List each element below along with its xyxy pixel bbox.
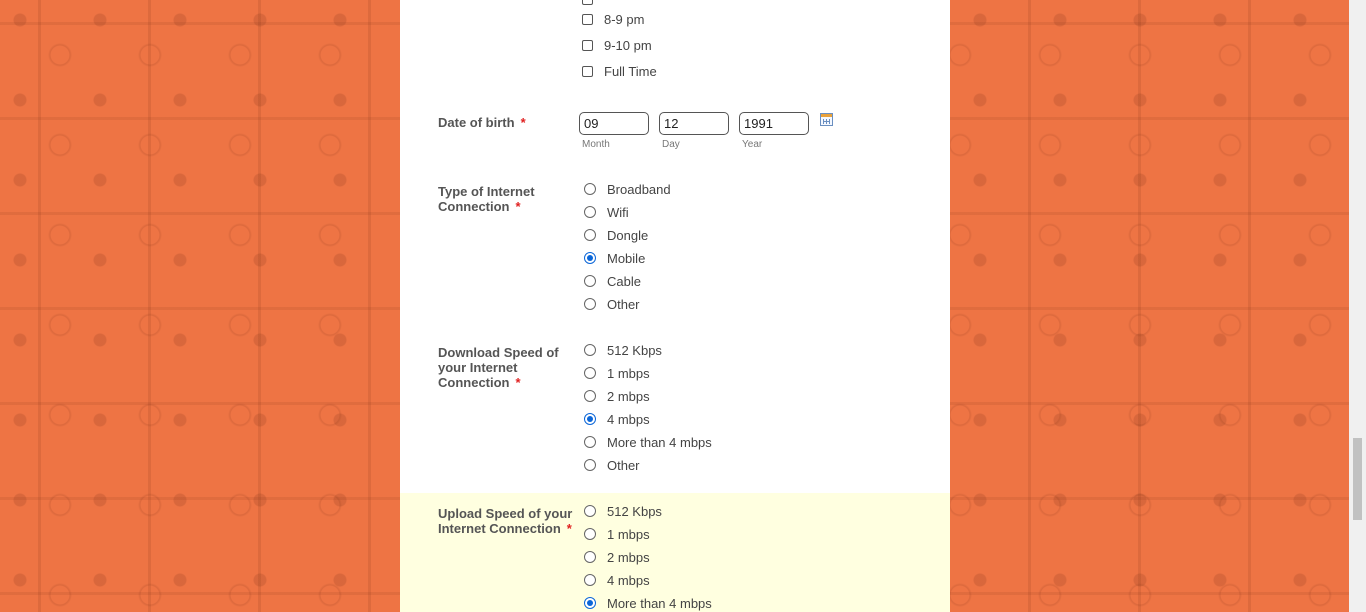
radio-button[interactable] [584,206,596,218]
dob-label-text: Date of birth [438,115,515,130]
option-label: Cable [607,273,641,289]
radio-button[interactable] [584,390,596,402]
radio-button[interactable] [584,229,596,241]
label-line: Internet Connection [438,521,561,536]
checkbox[interactable] [582,13,593,25]
download-speed-option[interactable]: 2 mbps [582,387,650,405]
upload-speed-option[interactable]: 2 mbps [582,548,650,566]
required-mark: * [520,115,526,130]
option-label: 9-10 pm [604,37,652,53]
checkbox[interactable] [582,65,593,77]
required-mark: * [515,375,521,390]
radio-button[interactable] [584,344,596,356]
month-sublabel: Month [582,139,610,150]
radio-button[interactable] [584,252,596,264]
radio-button[interactable] [584,298,596,310]
hours-option-full-time[interactable]: Full Time [582,62,657,80]
radio-button[interactable] [584,367,596,379]
label-line: Upload Speed of your [438,506,573,521]
radio-button[interactable] [584,551,596,563]
option-label: Broadband [607,181,671,197]
radio-button[interactable] [584,597,596,609]
checkbox[interactable] [582,39,593,51]
radio-button[interactable] [584,183,596,195]
year-sublabel: Year [742,139,763,150]
hours-option-partial[interactable] [582,0,604,8]
day-sublabel: Day [662,139,680,150]
option-label: 2 mbps [607,549,650,565]
option-label: 2 mbps [607,388,650,404]
checkbox[interactable] [582,0,593,5]
label-line: your Internet [438,360,518,375]
download-speed-option[interactable]: 4 mbps [582,410,650,428]
option-label: Dongle [607,227,649,243]
radio-button[interactable] [584,436,596,448]
hours-option-9-10pm[interactable]: 9-10 pm [582,36,652,54]
radio-button[interactable] [584,505,596,517]
download-speed-option[interactable]: 1 mbps [582,364,650,382]
connection-type-option[interactable]: Wifi [582,203,629,221]
required-mark: * [515,199,521,214]
option-label: 8-9 pm [604,11,645,27]
option-label: 1 mbps [607,526,650,542]
connection-type-label: Type of Internet Connection * [438,184,578,214]
option-label: 512 Kbps [607,342,662,358]
option-label: 4 mbps [607,572,650,588]
upload-speed-option[interactable]: More than 4 mbps [582,594,712,612]
upload-speed-option[interactable]: 512 Kbps [582,502,662,520]
radio-button[interactable] [584,574,596,586]
label-line: Connection [438,375,510,390]
option-label: Wifi [607,204,629,220]
connection-type-option[interactable]: Dongle [582,226,648,244]
option-label: Full Time [604,63,657,79]
page-scrollbar[interactable] [1349,0,1366,612]
radio-button[interactable] [584,459,596,471]
dob-label: Date of birth * [438,115,578,130]
upload-speed-option[interactable]: 1 mbps [582,525,650,543]
option-label: More than 4 mbps [607,595,712,611]
calendar-icon[interactable] [820,113,833,126]
dob-day-input[interactable] [659,112,729,135]
option-label: More than 4 mbps [607,434,712,450]
option-label: 1 mbps [607,365,650,381]
option-label: Mobile [607,250,646,266]
option-label: 4 mbps [607,411,650,427]
radio-button[interactable] [584,413,596,425]
scrollbar-thumb[interactable] [1353,438,1362,520]
radio-button[interactable] [584,275,596,287]
label-line: Download Speed of [438,345,559,360]
label-line: Connection [438,199,510,214]
download-speed-option[interactable]: Other [582,456,640,474]
radio-button[interactable] [584,528,596,540]
required-mark: * [566,521,572,536]
download-speed-label: Download Speed of your Internet Connecti… [438,345,578,390]
upload-speed-label: Upload Speed of your Internet Connection… [438,506,578,536]
connection-type-option[interactable]: Other [582,295,640,313]
option-label: Other [607,296,640,312]
dob-month-input[interactable] [579,112,649,135]
connection-type-option[interactable]: Broadband [582,180,671,198]
option-label: 512 Kbps [607,503,662,519]
download-speed-option[interactable]: 512 Kbps [582,341,662,359]
label-line: Type of Internet [438,184,535,199]
connection-type-option[interactable]: Mobile [582,249,645,267]
hours-option-8-9pm[interactable]: 8-9 pm [582,10,644,28]
option-label: Other [607,457,640,473]
dob-year-input[interactable] [739,112,809,135]
download-speed-option[interactable]: More than 4 mbps [582,433,712,451]
upload-speed-option[interactable]: 4 mbps [582,571,650,589]
connection-type-option[interactable]: Cable [582,272,641,290]
form-panel: 8-9 pm 9-10 pm Full Time Date of birth * … [400,0,950,612]
